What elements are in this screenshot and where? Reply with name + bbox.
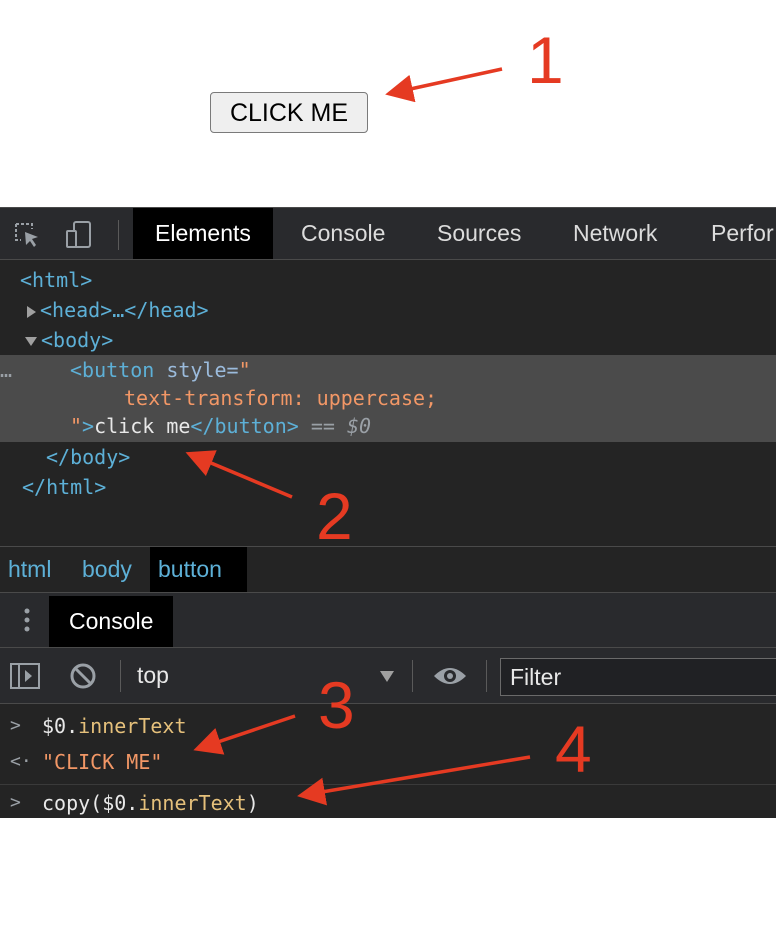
collapse-arrow-icon[interactable] [25, 337, 37, 346]
toolbar-separator [120, 660, 121, 692]
expand-arrow-icon[interactable] [27, 305, 36, 318]
dom-breadcrumb: html body button [0, 546, 776, 593]
dom-html-close[interactable]: </html> [22, 472, 106, 502]
device-toggle-icon[interactable] [64, 220, 94, 250]
tab-elements[interactable]: Elements [133, 208, 273, 259]
dom-button-open[interactable]: <button style=" [70, 355, 251, 385]
dom-head-node[interactable]: <head>…</head> [27, 295, 209, 325]
dom-ellipsis-icon[interactable]: … [0, 355, 12, 385]
live-expression-eye-icon[interactable] [432, 662, 468, 690]
devtools-panel: Elements Console Sources Network Perfor … [0, 207, 776, 818]
console-output: > $0.innerText <· "CLICK ME" > copy($0.i… [0, 704, 776, 818]
tab-separator [118, 220, 119, 250]
result-arrow-icon: <· [10, 751, 32, 772]
tab-console[interactable]: Console [279, 208, 407, 259]
console-input-line[interactable]: > $0.innerText [0, 708, 776, 744]
input-prompt-icon: > [10, 715, 21, 736]
console-toolbar: top [0, 648, 776, 704]
input-prompt-icon: > [10, 792, 21, 813]
more-options-icon[interactable] [18, 605, 36, 635]
toolbar-separator [412, 660, 413, 692]
dom-style-value: text-transform: uppercase; [124, 386, 438, 410]
dropdown-arrow-icon[interactable] [380, 671, 394, 682]
clear-console-icon[interactable] [68, 661, 98, 691]
click-me-button[interactable]: CLICK ME [210, 92, 368, 133]
drawer-tab-console[interactable]: Console [49, 596, 174, 647]
context-selector[interactable]: top [137, 648, 169, 703]
webpage-area: CLICK ME [0, 0, 776, 207]
devtools-tab-bar: Elements Console Sources Network Perfor [0, 207, 776, 260]
drawer-tab-bar: Console [0, 593, 776, 648]
breadcrumb-button[interactable]: button [150, 547, 247, 592]
tab-network[interactable]: Network [551, 208, 679, 259]
breadcrumb-html[interactable]: html [0, 547, 59, 592]
console-input-line[interactable]: > copy($0.innerText) [0, 785, 776, 821]
inspect-element-icon[interactable] [12, 220, 42, 250]
toolbar-separator [486, 660, 487, 692]
breadcrumb-body[interactable]: body [74, 547, 140, 592]
dom-body-open[interactable]: <body> [25, 325, 113, 355]
console-result-line[interactable]: <· "CLICK ME" [0, 744, 776, 780]
dom-body-close[interactable]: </body> [46, 442, 130, 472]
sidebar-toggle-icon[interactable] [9, 661, 41, 691]
dom-html-open[interactable]: <html> [20, 265, 92, 295]
console-filter-input[interactable] [500, 658, 776, 696]
tab-sources[interactable]: Sources [415, 208, 543, 259]
tab-performance[interactable]: Perfor [689, 208, 776, 259]
elements-dom-tree: <html> <head>…</head> <body> … <button s… [0, 260, 776, 546]
dom-button-content[interactable]: ">click me</button> == $0 [70, 411, 371, 441]
